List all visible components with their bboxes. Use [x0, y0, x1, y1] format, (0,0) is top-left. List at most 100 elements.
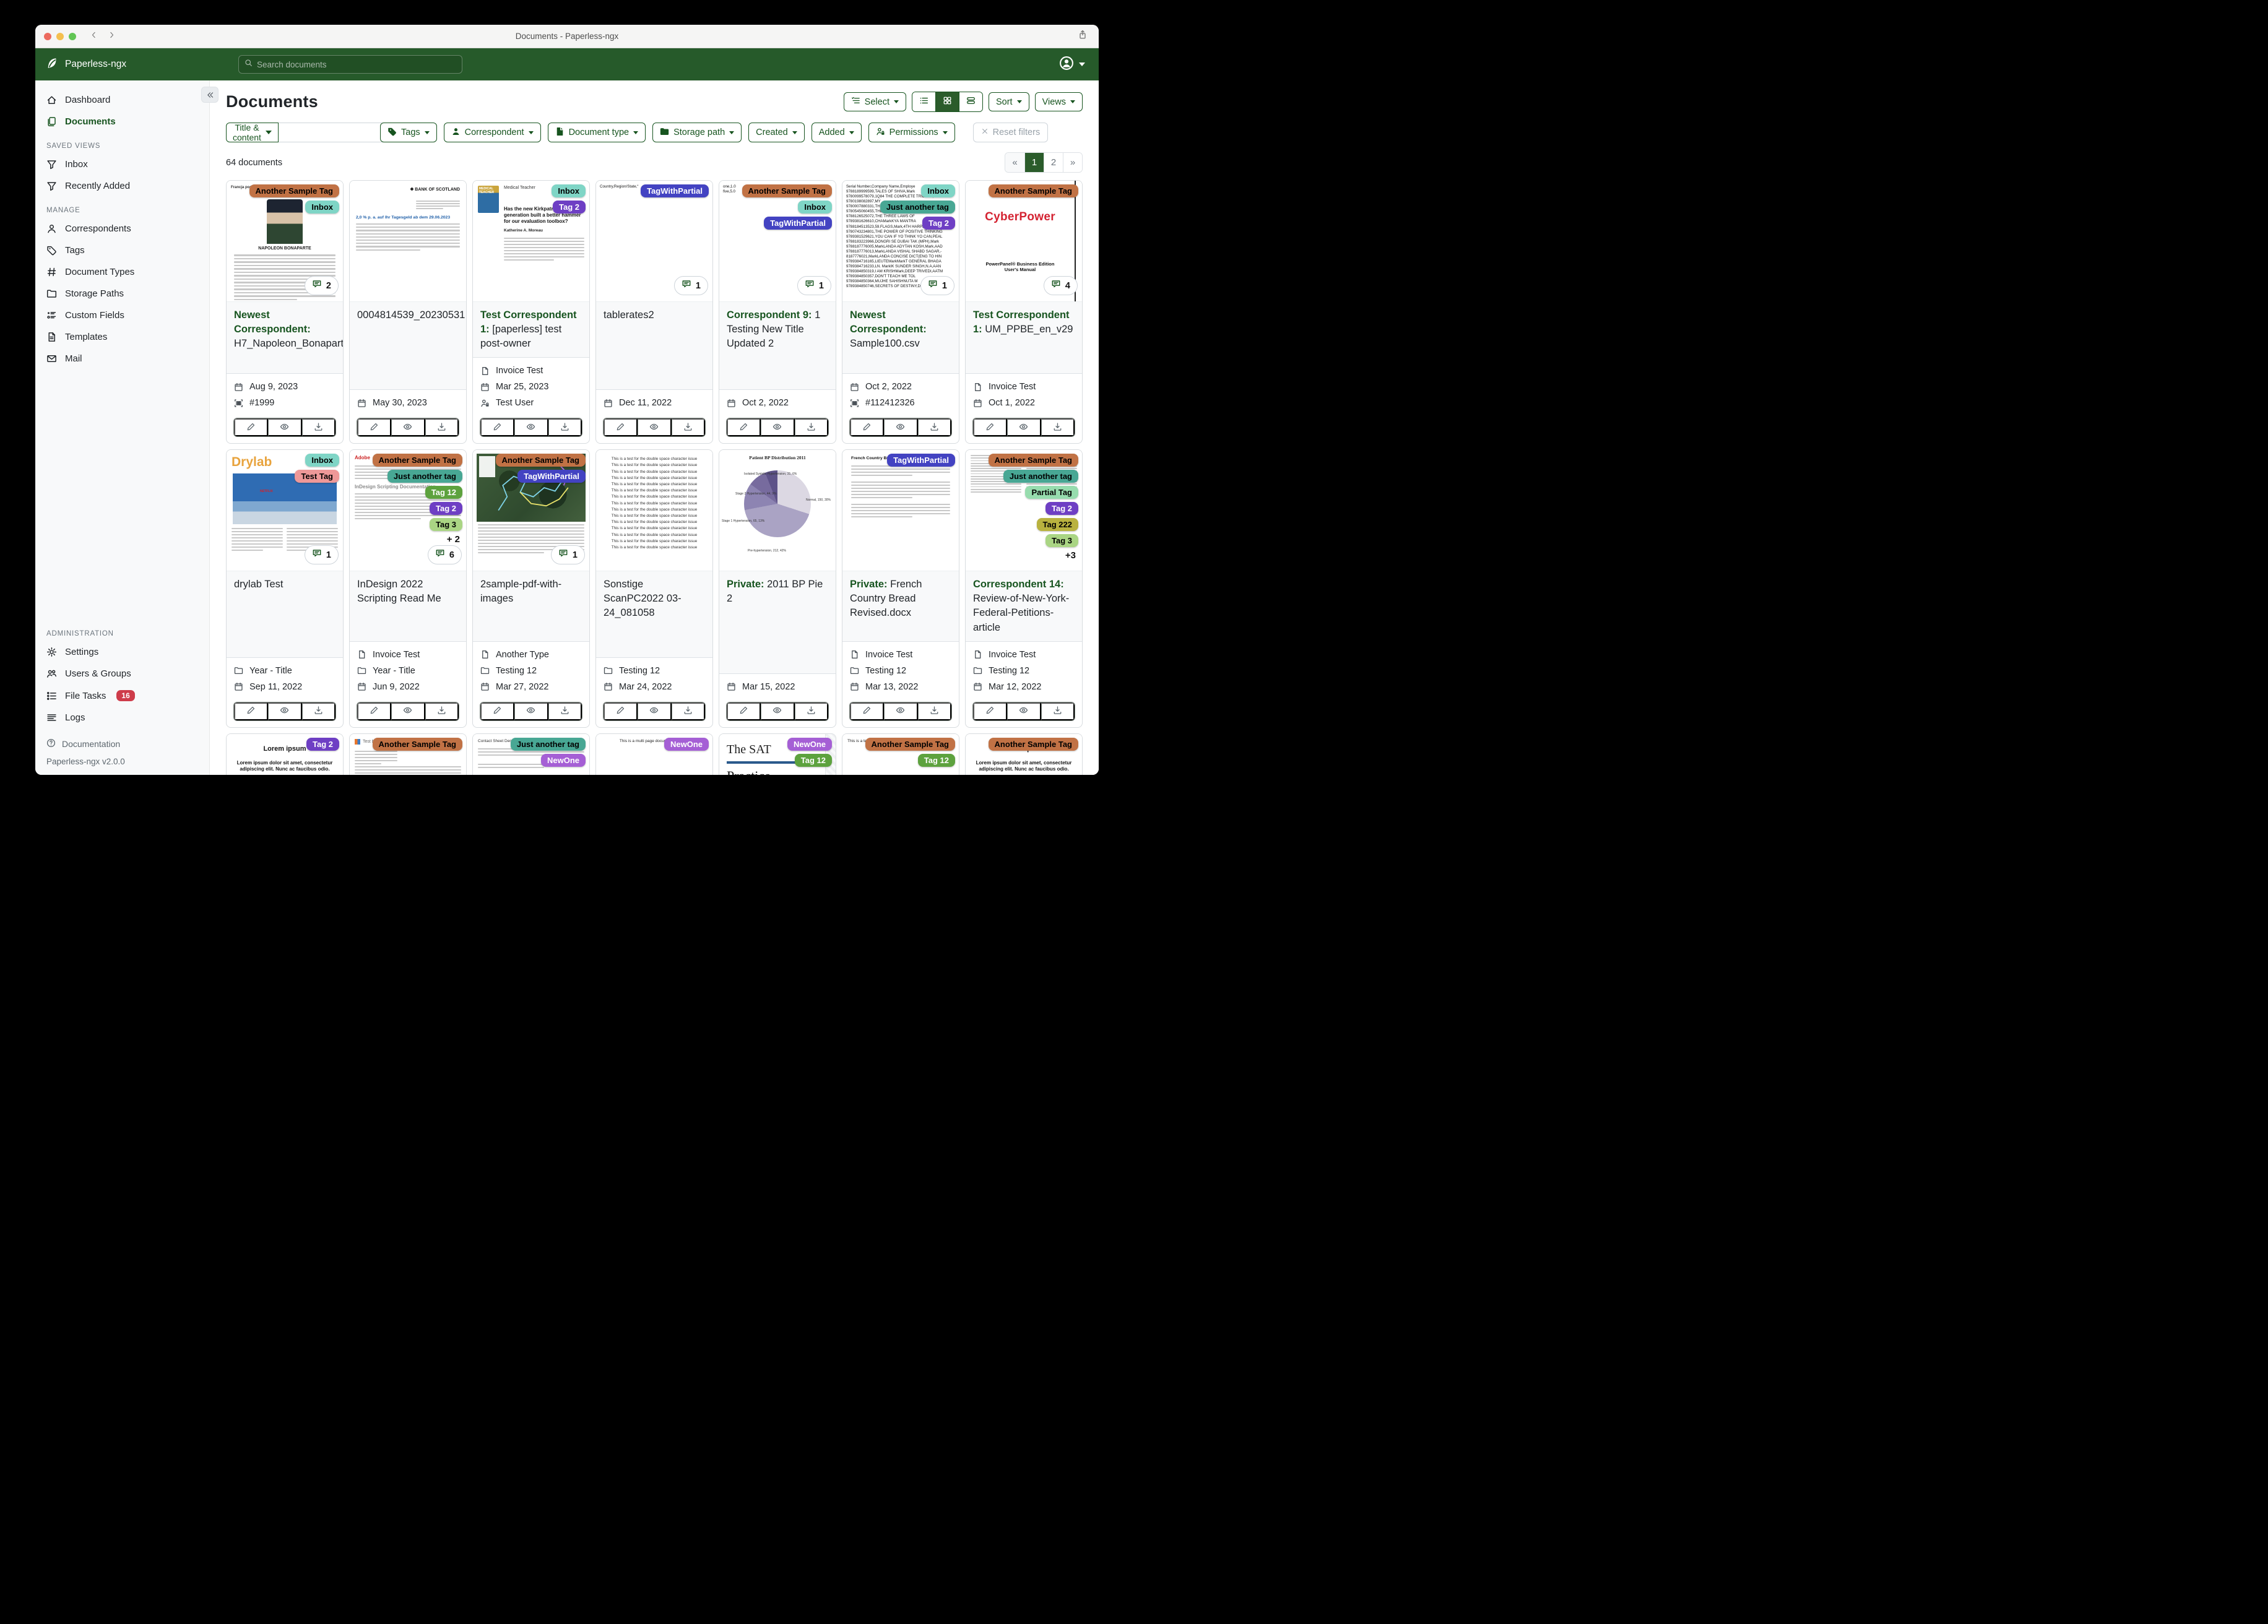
- document-thumbnail[interactable]: Patient BP Distribution 2011 Normal, 150,…: [719, 450, 836, 572]
- edit-document-button[interactable]: [604, 702, 638, 720]
- download-document-button[interactable]: [671, 702, 705, 720]
- download-document-button[interactable]: [425, 418, 459, 437]
- tag-inbox[interactable]: Inbox: [921, 184, 955, 197]
- document-card[interactable]: This is a test for the double space char…: [595, 449, 713, 728]
- sidebar-item-recently-added[interactable]: Recently Added: [35, 175, 209, 197]
- tag-just-another-tag[interactable]: Just another tag: [510, 737, 586, 751]
- document-card[interactable]: Lorem ipsumLorem ipsum dolor sit amet, c…: [965, 733, 1083, 775]
- tag-tag-2[interactable]: Tag 2: [1045, 502, 1078, 516]
- edit-document-button[interactable]: [727, 702, 761, 720]
- tag-just-another-tag[interactable]: Just another tag: [880, 201, 955, 214]
- tag-another-sample-tag[interactable]: Another Sample Tag: [495, 454, 586, 467]
- preview-document-button[interactable]: [514, 418, 548, 437]
- download-document-button[interactable]: [301, 418, 335, 437]
- select-button[interactable]: Select: [843, 92, 906, 111]
- tag-tagwithpartial[interactable]: TagWithPartial: [641, 184, 709, 197]
- pagination-last[interactable]: »: [1063, 153, 1082, 172]
- tag-inbox[interactable]: Inbox: [798, 201, 832, 214]
- tag-newone[interactable]: NewOne: [664, 737, 709, 751]
- sidebar-item-users-groups[interactable]: Users & Groups: [35, 663, 209, 685]
- document-thumbnail[interactable]: CyberPower PowerPanel® Business Edition Us…: [966, 181, 1082, 302]
- download-document-button[interactable]: [794, 702, 828, 720]
- comment-count-badge[interactable]: 1: [550, 545, 585, 565]
- tag-tag-12[interactable]: Tag 12: [794, 753, 832, 767]
- document-thumbnail[interactable]: French Country Bread: [842, 450, 959, 572]
- document-title[interactable]: Test Correspondent 1: [paperless] test p…: [473, 302, 589, 358]
- zoom-window-button[interactable]: [69, 32, 76, 40]
- edit-document-button[interactable]: [604, 418, 638, 437]
- tag-tag-3[interactable]: Tag 3: [1045, 534, 1078, 548]
- filter-tags-button[interactable]: Tags: [380, 123, 437, 142]
- view-mode-list-button[interactable]: [912, 92, 935, 111]
- comment-count-badge[interactable]: 1: [304, 545, 339, 565]
- sidebar-item-tags[interactable]: Tags: [35, 240, 209, 261]
- document-card[interactable]: CyberPower PowerPanel® Business Edition Us…: [965, 180, 1083, 444]
- documentation-link[interactable]: Documentation: [46, 735, 198, 753]
- document-card[interactable]: Lorem ipsumLorem ipsum dolor sit amet, c…: [226, 733, 344, 775]
- sidebar-item-logs[interactable]: Logs: [35, 707, 209, 728]
- edit-document-button[interactable]: [357, 418, 392, 437]
- view-mode-details-button[interactable]: [958, 92, 982, 111]
- edit-document-button[interactable]: [727, 418, 761, 437]
- preview-document-button[interactable]: [391, 702, 425, 720]
- filter-storage-path-button[interactable]: Storage path: [652, 123, 742, 142]
- sidebar-item-custom-fields[interactable]: Custom Fields: [35, 304, 209, 326]
- view-mode-grid-button[interactable]: [935, 92, 959, 111]
- document-card[interactable]: Patient BP Distribution 2011 Normal, 150,…: [719, 449, 836, 728]
- download-document-button[interactable]: [671, 418, 705, 437]
- filter-added-button[interactable]: Added: [811, 123, 862, 142]
- edit-document-button[interactable]: [234, 702, 269, 720]
- document-card[interactable]: This is a multi page document. Page 1. Ne…: [595, 733, 713, 775]
- sidebar-item-documents[interactable]: Documents: [35, 111, 209, 132]
- document-title[interactable]: InDesign 2022 Scripting Read Me: [350, 571, 466, 642]
- edit-document-button[interactable]: [850, 418, 885, 437]
- sidebar-item-correspondents[interactable]: Correspondents: [35, 218, 209, 240]
- preview-document-button[interactable]: [268, 418, 302, 437]
- filter-permissions-button[interactable]: Permissions: [868, 123, 955, 142]
- document-title[interactable]: Test Correspondent 1: UM_PPBE_en_v29: [966, 302, 1082, 374]
- tag-test-tag[interactable]: Test Tag: [295, 470, 339, 483]
- tag-tagwithpartial[interactable]: TagWithPartial: [517, 470, 586, 483]
- tag-tag-2[interactable]: Tag 2: [306, 737, 339, 751]
- tag-just-another-tag[interactable]: Just another tag: [1003, 470, 1078, 483]
- edit-document-button[interactable]: [480, 702, 515, 720]
- document-card[interactable]: ✹ BANK OF SCOTLAND 2,0 % p. a. auf Ihr Ta…: [349, 180, 467, 444]
- comment-count-badge[interactable]: 2: [304, 276, 339, 295]
- tag-inbox[interactable]: Inbox: [305, 454, 339, 467]
- pagination-page-1[interactable]: 1: [1024, 153, 1044, 172]
- comment-count-badge[interactable]: 1: [673, 276, 708, 295]
- document-card[interactable]: Serial Number,Company Name,Employe 978818…: [842, 180, 959, 444]
- document-card[interactable]: Country,Region/State,“ 1 TagWithPartial tab…: [595, 180, 713, 444]
- download-document-button[interactable]: [301, 702, 335, 720]
- search-input[interactable]: [257, 59, 456, 69]
- tag-just-another-tag[interactable]: Just another tag: [387, 470, 462, 483]
- download-document-button[interactable]: [794, 418, 828, 437]
- tag-tagwithpartial[interactable]: TagWithPartial: [764, 217, 832, 230]
- comment-count-badge[interactable]: 6: [427, 545, 462, 565]
- tag-tag-2[interactable]: Tag 2: [922, 217, 955, 230]
- download-document-button[interactable]: [548, 702, 582, 720]
- filter-document-type-button[interactable]: Document type: [547, 123, 646, 142]
- tag-another-sample-tag[interactable]: Another Sample Tag: [988, 737, 1078, 751]
- document-thumbnail[interactable]: ✹ BANK OF SCOTLAND 2,0 % p. a. auf Ihr Ta…: [350, 181, 466, 302]
- tag-another-sample-tag[interactable]: Another Sample Tag: [372, 737, 462, 751]
- document-card[interactable]: Francja pod r NAPOLEON BONAPARTE 2 Another …: [226, 180, 344, 444]
- tag-tag-12[interactable]: Tag 12: [425, 486, 462, 499]
- document-card[interactable]: 1 Another Sample Tag TagWithPartial 2sample…: [472, 449, 590, 728]
- tag-tag-222[interactable]: Tag 222: [1036, 518, 1078, 532]
- sidebar-item-templates[interactable]: Templates: [35, 326, 209, 348]
- filter-correspondent-button[interactable]: Correspondent: [443, 123, 541, 142]
- document-title[interactable]: Private: 2011 BP Pie 2: [719, 571, 836, 674]
- edit-document-button[interactable]: [850, 702, 885, 720]
- sidebar-item-storage-paths[interactable]: Storage Paths: [35, 283, 209, 304]
- preview-document-button[interactable]: [1007, 418, 1041, 437]
- preview-document-button[interactable]: [638, 702, 672, 720]
- tag-another-sample-tag[interactable]: Another Sample Tag: [742, 184, 832, 197]
- document-thumbnail[interactable]: Country,Region/State,“ 1: [596, 181, 712, 302]
- close-window-button[interactable]: [44, 32, 51, 40]
- document-title[interactable]: 0004814539_20230531: [350, 302, 466, 391]
- global-search[interactable]: [238, 55, 462, 74]
- pagination-page-2[interactable]: 2: [1044, 153, 1063, 172]
- tag-another-sample-tag[interactable]: Another Sample Tag: [865, 737, 955, 751]
- document-thumbnail[interactable]: This is a test for the double space char…: [596, 450, 712, 572]
